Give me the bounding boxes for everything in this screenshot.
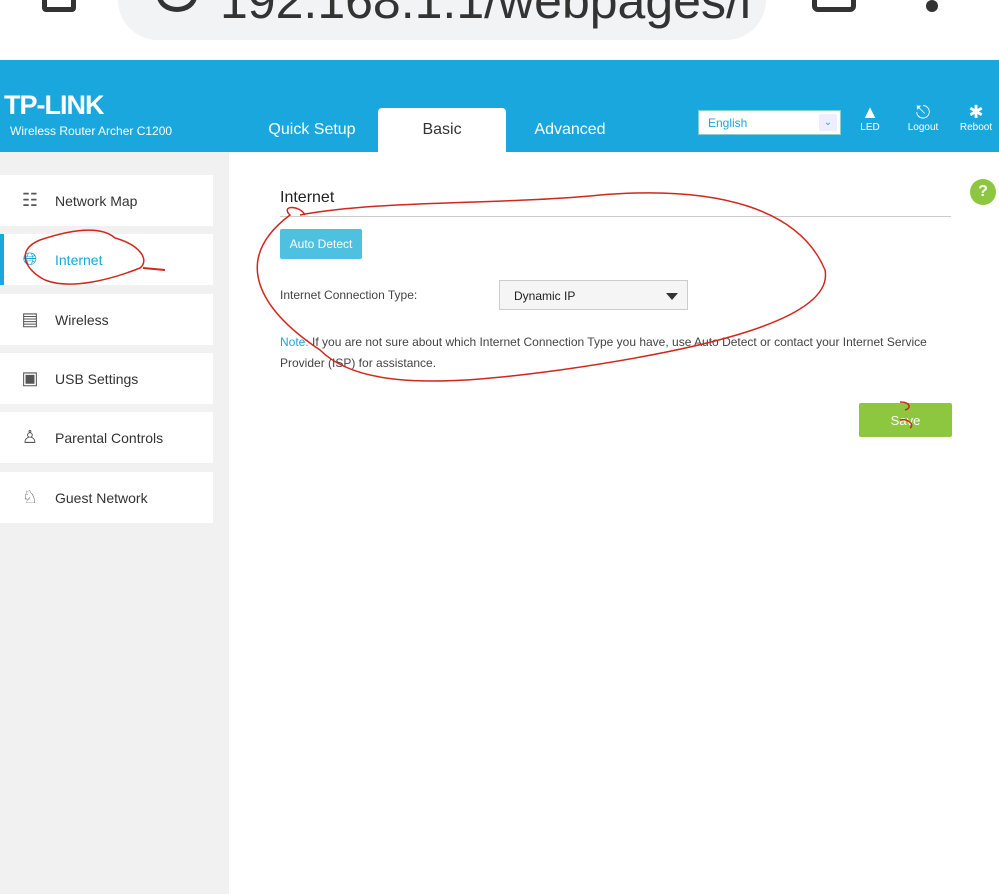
tab-quick-setup[interactable]: Quick Setup [248, 108, 376, 152]
sidebar-item-usb-settings[interactable]: ▣ USB Settings [0, 353, 213, 404]
divider [280, 216, 951, 217]
led-label: LED [860, 122, 880, 133]
tabs-icon[interactable] [812, 0, 856, 12]
home-icon[interactable] [42, 0, 76, 12]
wireless-icon: ▤ [21, 309, 39, 329]
connection-type-label: Internet Connection Type: [280, 288, 418, 302]
sidebar-item-label: Guest Network [55, 489, 148, 506]
logo: TP-LINK [4, 90, 104, 120]
sidebar-item-label: Parental Controls [55, 429, 164, 446]
dropdown-arrow-icon [666, 293, 678, 300]
auto-detect-button[interactable]: Auto Detect [280, 229, 362, 259]
logout-button[interactable]: ⎋ Logout [903, 102, 943, 133]
sidebar-item-internet[interactable]: 🌐︎ Internet [0, 234, 213, 285]
browser-chrome: 192.168.1.1/webpages/ind [0, 0, 999, 60]
bell-icon: ▲ [861, 102, 879, 122]
usb-icon: ▣ [21, 368, 39, 388]
note-text: If you are not sure about which Internet… [280, 335, 927, 370]
logout-icon: ⎋ [915, 102, 931, 122]
chevron-down-icon: ⌄ [819, 114, 837, 131]
sidebar-item-guest-network[interactable]: ♘ Guest Network [0, 472, 213, 523]
parental-icon: ♙ [21, 427, 39, 447]
reboot-label: Reboot [959, 122, 993, 133]
tab-basic[interactable]: Basic [378, 108, 506, 152]
main-content: Internet ? Auto Detect Internet Connecti… [229, 152, 999, 894]
sidebar-item-label: USB Settings [55, 370, 139, 387]
page-title: Internet [280, 189, 335, 206]
tab-advanced[interactable]: Advanced [506, 108, 634, 152]
sidebar: ☷ Network Map 🌐︎ Internet ▤ Wireless ▣ USB S… [0, 152, 229, 894]
logout-label: Logout [907, 122, 939, 133]
sidebar-item-label: Internet [55, 251, 103, 268]
sidebar-item-network-map[interactable]: ☷ Network Map [0, 175, 213, 226]
sidebar-item-wireless[interactable]: ▤ Wireless [0, 294, 213, 345]
help-button[interactable]: ? [970, 179, 996, 205]
url-text[interactable]: 192.168.1.1/webpages/ind [220, 0, 750, 30]
sidebar-item-label: Wireless [55, 311, 109, 328]
connection-type-value: Dynamic IP [514, 289, 576, 303]
reboot-button[interactable]: ✱ Reboot [956, 102, 996, 133]
menu-icon[interactable] [926, 0, 938, 12]
led-button[interactable]: ▲ LED [850, 102, 890, 133]
network-map-icon: ☷ [21, 190, 39, 210]
note-label: Note: [280, 335, 309, 349]
sidebar-item-parental-controls[interactable]: ♙ Parental Controls [0, 412, 213, 463]
language-value: English [708, 116, 748, 130]
globe-icon: 🌐︎ [22, 249, 38, 269]
header: TP-LINK Wireless Router Archer C1200 Qui… [0, 60, 999, 152]
language-select[interactable]: English ⌄ [698, 110, 841, 135]
save-button[interactable]: Save [859, 403, 952, 437]
model-name: Wireless Router Archer C1200 [10, 124, 173, 138]
connection-type-select[interactable]: Dynamic IP [499, 280, 688, 310]
reboot-icon: ✱ [968, 102, 984, 122]
note: Note: If you are not sure about which In… [280, 332, 960, 374]
guest-icon: ♘ [21, 487, 39, 507]
sidebar-item-label: Network Map [55, 192, 138, 209]
